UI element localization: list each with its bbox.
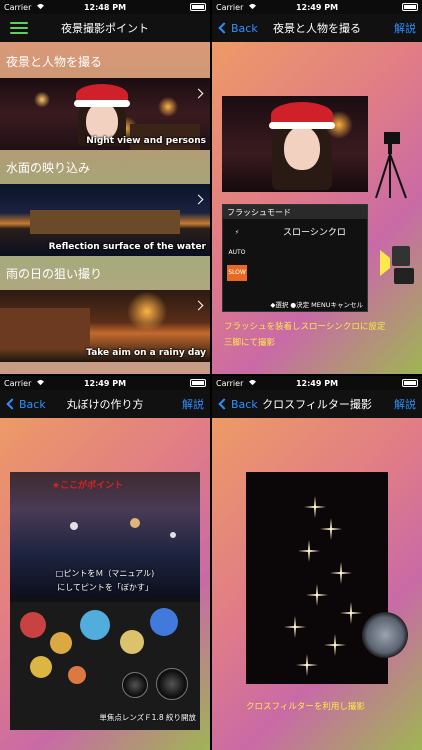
section-title[interactable]: 丸ぼけの作り方 [0, 362, 210, 375]
explain-button[interactable]: 解説 [394, 390, 416, 418]
page-title: 夜景撮影ポイント [61, 22, 149, 35]
cross-filter-icon [362, 612, 408, 658]
chevron-right-icon [193, 194, 204, 205]
section-image-night-persons[interactable]: Night view and persons [0, 78, 210, 150]
screen-footer: ◆選択 ●決定 MENUキャンセル [270, 301, 363, 309]
tripod-icon [375, 132, 407, 199]
battery-icon [190, 3, 206, 11]
nav-bar: Back 夜景と人物を撮る 解説 [212, 14, 422, 42]
tip-line-2: にしてピントを「ぼかす」 [57, 583, 153, 592]
section-caption: Take aim on a rainy day [86, 348, 206, 358]
section-image-reflection[interactable]: Reflection surface of the water [0, 184, 210, 256]
section-title[interactable]: 水面の映り込み [0, 150, 210, 184]
screen-night-points: Carrier 12:48 PM 夜景撮影ポイント 夜景と人物を撮る Night… [0, 0, 210, 374]
chevron-left-icon [218, 22, 230, 34]
section-image-rainy-day[interactable]: Take aim on a rainy day [0, 290, 210, 362]
page-title: 夜景と人物を撮る [273, 22, 361, 35]
chevron-right-icon [193, 88, 204, 99]
back-button[interactable]: Back [216, 390, 258, 418]
tip-line-1: □ピントをＭ（マニュアル) [55, 569, 155, 578]
explain-button[interactable]: 解説 [394, 14, 416, 42]
cross-filter-photo [246, 472, 388, 684]
chevron-left-icon [218, 398, 230, 410]
flash-slow-icon: SLOW [227, 265, 247, 281]
nav-bar: 夜景撮影ポイント [0, 14, 210, 42]
battery-icon [402, 3, 418, 11]
back-button[interactable]: Back [216, 14, 258, 42]
screen-cross-filter: Carrier 12:49 PM Back クロスフィルター撮影 解説 クロスフ… [212, 376, 422, 750]
point-label: ★ここがポイント [52, 481, 124, 491]
lens-caption: 単焦点レンズＦ1.8 絞り開放 [99, 713, 196, 722]
status-time: 12:49 PM [295, 2, 339, 12]
bokeh-photo-pair: ★ここがポイント □ピントをＭ（マニュアル) にしてピントを「ぼかす」 単焦点レ… [10, 472, 200, 730]
flash-auto-icon: AUTO [228, 249, 246, 256]
section-caption: Night view and persons [86, 136, 206, 146]
section-title[interactable]: 夜景と人物を撮る [0, 44, 210, 78]
lens-icon [156, 668, 188, 700]
back-label: Back [231, 397, 258, 411]
battery-icon [190, 379, 206, 387]
status-bar: Carrier 12:48 PM [0, 0, 210, 14]
explain-button[interactable]: 解説 [182, 390, 204, 418]
status-bar: Carrier 12:49 PM [0, 376, 210, 390]
status-bar: Carrier 12:49 PM [212, 376, 422, 390]
flash-unit-icon [380, 246, 414, 284]
portrait-photo [222, 96, 368, 192]
flash-icon: ⚡ [234, 229, 240, 236]
lens-icon [122, 672, 148, 698]
screen-night-persons: Carrier 12:49 PM Back 夜景と人物を撮る 解説 フラッシュモ… [212, 0, 422, 374]
flash-mode-header: フラッシュモード [223, 205, 367, 219]
status-time: 12:49 PM [83, 378, 127, 388]
screen-bokeh: Carrier 12:49 PM Back 丸ぼけの作り方 解説 ★ここがポイン… [0, 376, 210, 750]
back-button[interactable]: Back [4, 390, 46, 418]
chevron-left-icon [6, 398, 18, 410]
nav-bar: Back 丸ぼけの作り方 解説 [0, 390, 210, 418]
battery-icon [402, 379, 418, 387]
status-bar: Carrier 12:49 PM [212, 0, 422, 14]
status-time: 12:49 PM [295, 378, 339, 388]
page-title: クロスフィルター撮影 [262, 398, 372, 411]
back-label: Back [231, 21, 258, 35]
chevron-right-icon [193, 300, 204, 311]
instruction-line-2: 三脚にて撮影 [224, 338, 276, 348]
menu-icon[interactable] [10, 22, 28, 35]
back-label: Back [19, 397, 46, 411]
camera-flash-menu: フラッシュモード スローシンクロ ⚡ AUTO SLOW ◆選択 ●決定 MEN… [222, 204, 368, 312]
instruction-line-1: フラッシュを装着しスローシンクロに設定 [224, 322, 386, 332]
page-title: 丸ぼけの作り方 [66, 398, 144, 411]
section-title[interactable]: 雨の日の狙い撮り [0, 256, 210, 290]
nav-bar: Back クロスフィルター撮影 解説 [212, 390, 422, 418]
cross-filter-caption: クロスフィルターを利用し撮影 [246, 702, 365, 712]
bokeh-photo: 単焦点レンズＦ1.8 絞り開放 [10, 602, 200, 730]
flash-mode-value: スローシンクロ [283, 228, 346, 238]
section-caption: Reflection surface of the water [48, 242, 206, 252]
status-time: 12:48 PM [83, 2, 127, 12]
